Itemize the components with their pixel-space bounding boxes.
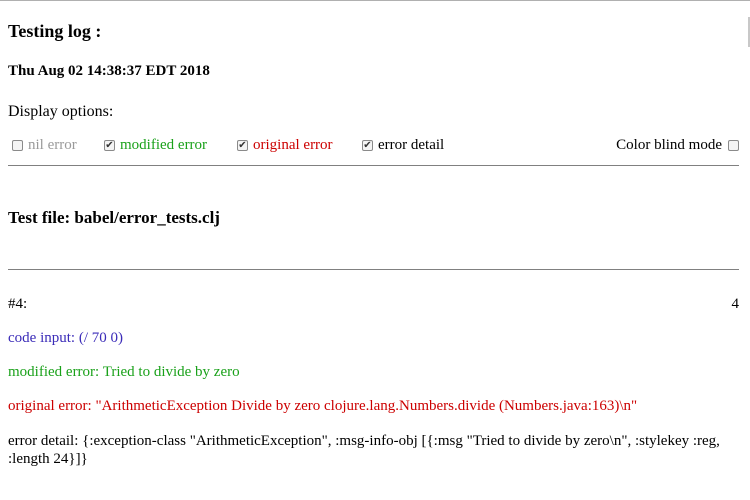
nil-error-checkbox[interactable] <box>12 140 23 151</box>
divider <box>8 269 739 270</box>
original-error-label: original error <box>253 137 333 153</box>
display-options-label: Display options: <box>8 103 114 120</box>
modified-error-checkbox[interactable] <box>104 140 115 151</box>
error-detail-line: error detail: {:exception-class "Arithme… <box>8 433 720 467</box>
error-detail-checkbox[interactable] <box>362 140 373 151</box>
page-title: Testing log : <box>8 21 102 41</box>
log-date: Thu Aug 02 14:38:37 EDT 2018 <box>8 63 210 79</box>
option-error-detail[interactable]: error detail <box>362 137 444 154</box>
modified-error-line: modified error: Tried to divide by zero <box>8 364 240 380</box>
error-detail-label: error detail <box>378 137 445 153</box>
color-blind-checkbox[interactable] <box>728 140 739 151</box>
nil-error-label: nil error <box>28 137 77 153</box>
entry-id: #4: <box>8 296 28 312</box>
divider <box>8 165 739 166</box>
entry-count: 4 <box>731 296 740 312</box>
display-options-bar: nil error modified error original error … <box>8 137 739 159</box>
original-error-checkbox[interactable] <box>237 140 248 151</box>
code-input-line: code input: (/ 70 0) <box>8 330 123 346</box>
original-error-line: original error: "ArithmeticException Div… <box>8 398 638 414</box>
test-file-heading: Test file: babel/error_tests.clj <box>8 208 220 227</box>
option-modified-error[interactable]: modified error <box>104 137 207 154</box>
color-blind-label: Color blind mode <box>616 137 722 153</box>
modified-error-label: modified error <box>120 137 208 153</box>
option-nil-error[interactable]: nil error <box>12 137 77 154</box>
option-original-error[interactable]: original error <box>237 137 333 154</box>
option-color-blind-mode[interactable]: Color blind mode <box>616 137 739 154</box>
